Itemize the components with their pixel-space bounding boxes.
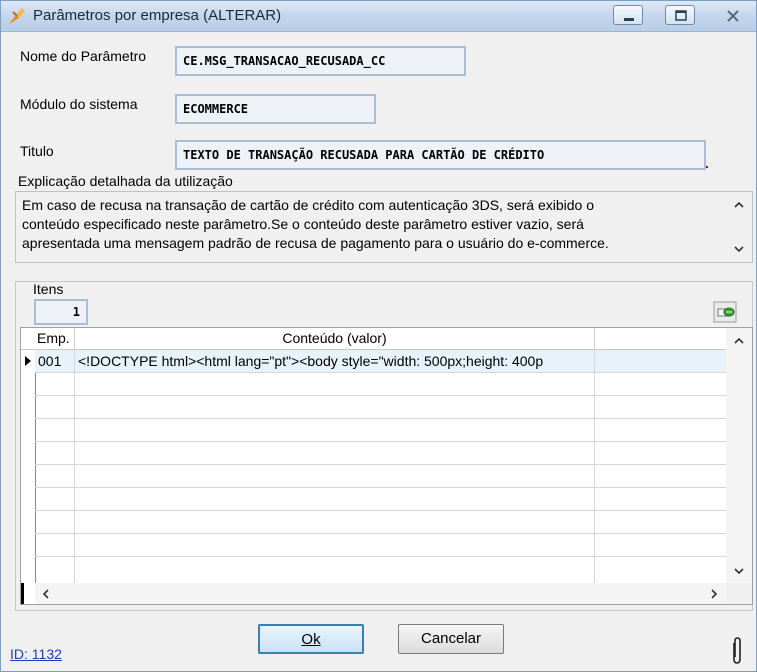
dialog-window: Parâmetros por empresa (ALTERAR) Nome do…	[0, 0, 757, 672]
table-row[interactable]	[35, 465, 726, 488]
scroll-up-icon[interactable]	[732, 198, 746, 212]
table-row[interactable]	[35, 488, 726, 511]
title-bar[interactable]: Parâmetros por empresa (ALTERAR)	[1, 1, 756, 32]
modulo-sistema-field[interactable]: ECOMMERCE	[175, 94, 376, 124]
cell-conteudo: <!DOCTYPE html><html lang="pt"><body sty…	[75, 350, 595, 373]
close-button[interactable]	[713, 5, 751, 25]
table-row[interactable]	[35, 511, 726, 534]
itens-grid[interactable]: Emp. Conteúdo (valor) 001 <!DOCTYPE html…	[20, 327, 753, 605]
scroll-up-icon[interactable]	[732, 334, 746, 348]
nome-parametro-label: Nome do Parâmetro	[20, 48, 147, 64]
close-icon	[727, 10, 739, 22]
scroll-left-icon[interactable]	[39, 587, 53, 601]
ok-label: Ok	[301, 631, 321, 648]
grid-focus-bar	[21, 583, 24, 604]
cell-emp: 001	[35, 350, 75, 373]
id-link[interactable]: ID: 1132	[10, 646, 62, 662]
scroll-down-icon[interactable]	[732, 242, 746, 256]
scroll-right-icon[interactable]	[707, 587, 721, 601]
window-title: Parâmetros por empresa (ALTERAR)	[33, 7, 282, 24]
column-header-emp[interactable]: Emp.	[35, 328, 75, 349]
row-indicator-column	[21, 328, 36, 604]
cell-empty	[595, 350, 726, 373]
paperclip-icon[interactable]	[729, 635, 745, 665]
cancel-button[interactable]: Cancelar	[398, 624, 504, 654]
titulo-label: Titulo	[20, 143, 54, 159]
table-row[interactable]	[35, 557, 726, 583]
column-header-conteudo[interactable]: Conteúdo (valor)	[75, 328, 595, 349]
scrollbar-corner	[726, 583, 752, 604]
explicacao-line: apresentada uma mensagem padrão de recus…	[22, 235, 609, 251]
itens-count: 1	[34, 299, 88, 325]
table-row[interactable]	[35, 373, 726, 396]
table-row[interactable]	[35, 442, 726, 465]
required-mark	[706, 166, 708, 168]
minimize-icon	[624, 18, 634, 21]
maximize-button[interactable]	[665, 5, 695, 25]
maximize-icon	[675, 10, 687, 21]
explicacao-label: Explicação detalhada da utilização	[18, 173, 233, 189]
vertical-scrollbar[interactable]	[726, 328, 752, 583]
explicacao-line: conteúdo especificado neste parâmetro.Se…	[22, 216, 584, 232]
titulo-field[interactable]: TEXTO DE TRANSAÇÃO RECUSADA PARA CARTÃO …	[175, 140, 706, 170]
explicacao-text: Em caso de recusa na transação de cartão…	[22, 196, 720, 253]
table-row[interactable]	[35, 419, 726, 442]
modulo-sistema-label: Módulo do sistema	[20, 96, 138, 112]
itens-label: Itens	[33, 281, 64, 297]
grid-header: Emp. Conteúdo (valor)	[21, 328, 726, 350]
explicacao-line: Em caso de recusa na transação de cartão…	[22, 197, 594, 213]
nome-parametro-field[interactable]: CE.MSG_TRANSACAO_RECUSADA_CC	[175, 46, 466, 76]
scroll-down-icon[interactable]	[732, 564, 746, 578]
edit-tool-icon[interactable]	[713, 301, 737, 323]
minimize-button[interactable]	[613, 5, 643, 25]
table-row[interactable]: 001 <!DOCTYPE html><html lang="pt"><body…	[35, 350, 726, 373]
table-row[interactable]	[35, 534, 726, 557]
horizontal-scrollbar[interactable]	[35, 583, 726, 604]
current-row-arrow-icon	[25, 356, 31, 366]
table-row[interactable]	[35, 396, 726, 419]
ok-button[interactable]: Ok	[258, 624, 364, 654]
app-icon	[9, 8, 25, 24]
explicacao-memo[interactable]: Em caso de recusa na transação de cartão…	[15, 191, 753, 263]
